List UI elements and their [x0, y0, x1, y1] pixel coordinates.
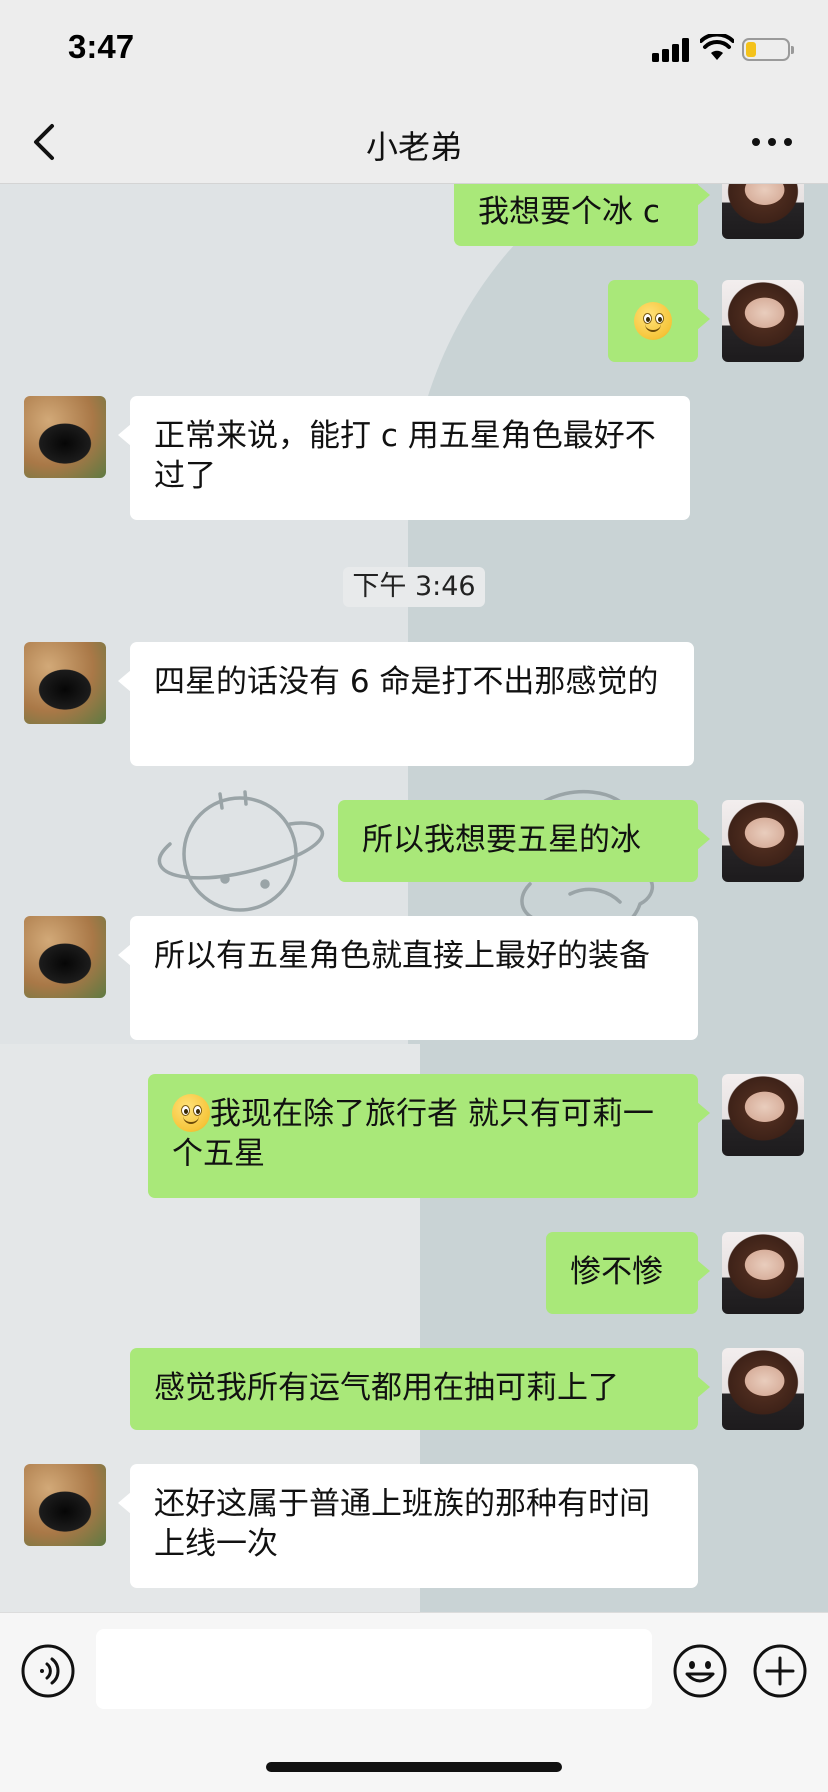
message-bubble-in[interactable]: 正常来说，能打 c 用五星角色最好不过了: [118, 396, 690, 520]
message-bubble-out[interactable]: 感觉我所有运气都用在抽可莉上了: [130, 1348, 710, 1430]
status-bar: 3:47: [0, 0, 828, 100]
my-avatar[interactable]: [722, 1074, 804, 1156]
message-text: 我想要个冰 c: [478, 194, 660, 230]
wifi-icon: [700, 34, 734, 60]
message-bubble-out[interactable]: 我现在除了旅行者 就只有可莉一个五星: [148, 1074, 710, 1198]
my-avatar[interactable]: [722, 280, 804, 362]
status-time: 3:47: [68, 28, 135, 65]
voice-icon[interactable]: [20, 1643, 76, 1699]
plus-icon[interactable]: [752, 1643, 808, 1699]
message-text: 所以我想要五星的冰: [362, 822, 641, 858]
contact-avatar[interactable]: [24, 396, 106, 478]
chat-header: 小老弟: [0, 100, 828, 184]
my-avatar[interactable]: [722, 800, 804, 882]
contact-avatar[interactable]: [24, 1464, 106, 1546]
chat-area[interactable]: 我想要个冰 c 正常来说，能打 c 用五星角色最好不过了 下午 3:46 四星的…: [0, 184, 828, 1612]
my-avatar[interactable]: [722, 1232, 804, 1314]
message-text: 所以有五星角色就直接上最好的装备: [154, 938, 650, 974]
message-text: 我现在除了旅行者 就只有可莉一个五星: [172, 1096, 654, 1172]
message-text: 正常来说，能打 c 用五星角色最好不过了: [154, 418, 656, 494]
more-icon[interactable]: [748, 128, 796, 156]
battery-level: [746, 42, 756, 57]
message-text: 四星的话没有 6 命是打不出那感觉的: [154, 664, 659, 700]
contact-avatar[interactable]: [24, 916, 106, 998]
message-text: 还好这属于普通上班族的那种有时间上线一次: [154, 1486, 650, 1562]
my-avatar[interactable]: [722, 1348, 804, 1430]
smile-emoji-icon: [172, 1094, 210, 1132]
message-bubble-out[interactable]: 我想要个冰 c: [454, 184, 710, 246]
message-text: 惨不惨: [570, 1254, 663, 1290]
home-indicator[interactable]: [266, 1762, 562, 1772]
emoji-icon[interactable]: [672, 1643, 728, 1699]
message-bubble-out[interactable]: 所以我想要五星的冰: [338, 800, 710, 882]
message-bubble-out[interactable]: [608, 280, 710, 362]
message-bubble-in[interactable]: 所以有五星角色就直接上最好的装备: [118, 916, 698, 1040]
chat-title: 小老弟: [365, 128, 462, 166]
message-bubble-in[interactable]: 还好这属于普通上班族的那种有时间上线一次: [118, 1464, 698, 1588]
battery-icon: [742, 38, 794, 61]
message-bubble-out[interactable]: 惨不惨: [546, 1232, 710, 1314]
message-input[interactable]: [96, 1629, 652, 1709]
my-avatar[interactable]: [722, 184, 804, 239]
message-bubble-in[interactable]: 四星的话没有 6 命是打不出那感觉的: [118, 642, 694, 766]
message-timestamp: 下午 3:46: [343, 567, 485, 607]
smile-emoji-icon: [634, 302, 672, 340]
signal-icon: [652, 38, 692, 62]
contact-avatar[interactable]: [24, 642, 106, 724]
message-text: 感觉我所有运气都用在抽可莉上了: [154, 1370, 619, 1406]
